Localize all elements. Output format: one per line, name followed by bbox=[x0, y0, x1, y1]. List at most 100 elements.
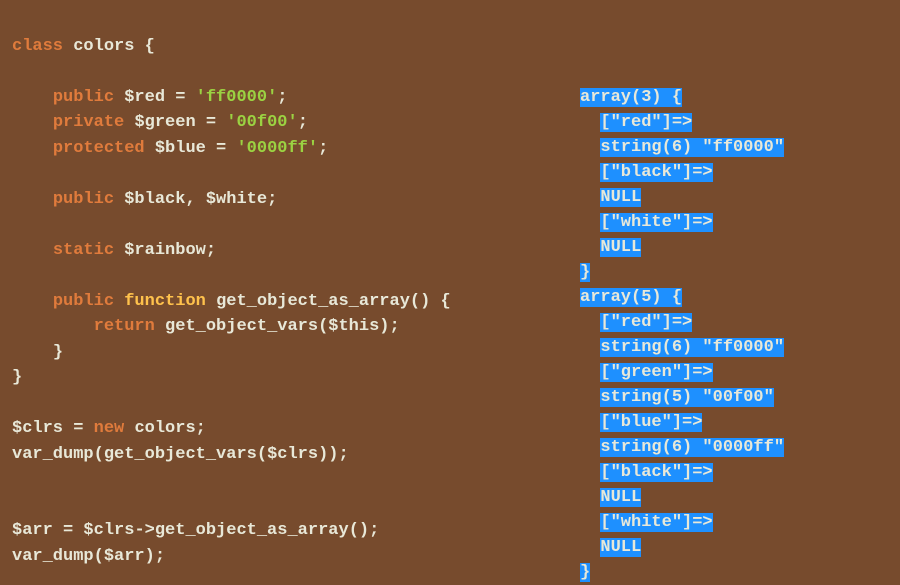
keyword-public: public bbox=[53, 88, 114, 107]
code-editor[interactable]: class colors { public $red = 'ff0000'; p… bbox=[12, 8, 451, 569]
paren-open: ( bbox=[94, 445, 104, 464]
semicolon: ; bbox=[267, 190, 277, 209]
string-literal: '00f00' bbox=[226, 113, 297, 132]
function-call: get_object_vars bbox=[165, 317, 318, 336]
paren-open: ( bbox=[410, 292, 420, 311]
string-literal: 'ff0000' bbox=[196, 88, 278, 107]
selected-text: NULL bbox=[600, 538, 641, 557]
semicolon: ; bbox=[338, 445, 348, 464]
output-line: ["black"]=> bbox=[580, 463, 713, 482]
code-line: static $rainbow; bbox=[12, 241, 216, 260]
keyword-public: public bbox=[53, 190, 114, 209]
output-line: string(6) "ff0000" bbox=[580, 338, 784, 357]
output-console[interactable]: array(3) { ["red"]=> string(6) "ff0000" … bbox=[580, 60, 784, 585]
var-white: $white bbox=[206, 190, 267, 209]
class-ref: colors bbox=[134, 419, 195, 438]
var-green: $green bbox=[134, 113, 195, 132]
code-line: var_dump($arr); bbox=[12, 547, 165, 566]
function-name: get_object_as_array bbox=[216, 292, 410, 311]
paren-open: ( bbox=[94, 547, 104, 566]
paren-close: ) bbox=[420, 292, 430, 311]
output-line: ["blue"]=> bbox=[580, 413, 702, 432]
output-line: ["red"]=> bbox=[580, 313, 692, 332]
keyword-public: public bbox=[53, 292, 114, 311]
output-line: ["white"]=> bbox=[580, 513, 713, 532]
output-line: NULL bbox=[580, 188, 641, 207]
keyword-protected: protected bbox=[53, 139, 145, 158]
output-line: NULL bbox=[580, 238, 641, 257]
paren-close: ) bbox=[318, 445, 328, 464]
code-line: } bbox=[12, 368, 22, 387]
output-line: array(3) { bbox=[580, 88, 682, 107]
selected-text: ["black"]=> bbox=[600, 163, 712, 182]
function-call: get_object_vars bbox=[104, 445, 257, 464]
close-brace: } bbox=[12, 368, 22, 387]
code-line: $clrs = new colors; bbox=[12, 419, 206, 438]
semicolon: ; bbox=[196, 419, 206, 438]
keyword-function: function bbox=[124, 292, 206, 311]
paren-close: ) bbox=[145, 547, 155, 566]
var-arr: $arr bbox=[12, 521, 53, 540]
output-line: string(5) "00f00" bbox=[580, 388, 774, 407]
output-line: NULL bbox=[580, 538, 641, 557]
selected-text: ["green"]=> bbox=[600, 363, 712, 382]
semicolon: ; bbox=[318, 139, 328, 158]
selected-text: ["black"]=> bbox=[600, 463, 712, 482]
semicolon: ; bbox=[155, 547, 165, 566]
output-line: } bbox=[580, 563, 590, 582]
selected-text: ["red"]=> bbox=[600, 113, 692, 132]
output-line: array(5) { bbox=[580, 288, 682, 307]
code-line: public $black, $white; bbox=[12, 190, 277, 209]
paren-open: ( bbox=[318, 317, 328, 336]
keyword-static: static bbox=[53, 241, 114, 260]
selected-text: ["white"]=> bbox=[600, 213, 712, 232]
paren-close: ) bbox=[328, 445, 338, 464]
selected-text: NULL bbox=[600, 488, 641, 507]
semicolon: ; bbox=[390, 317, 400, 336]
code-line: return get_object_vars($this); bbox=[12, 317, 400, 336]
assign-op: = bbox=[165, 88, 196, 107]
selected-text: ["blue"]=> bbox=[600, 413, 702, 432]
empty-paren: () bbox=[349, 521, 369, 540]
var-clrs: $clrs bbox=[83, 521, 134, 540]
arrow-op: -> bbox=[134, 521, 154, 540]
semicolon: ; bbox=[206, 241, 216, 260]
output-line: string(6) "ff0000" bbox=[580, 138, 784, 157]
string-literal: '0000ff' bbox=[236, 139, 318, 158]
selected-text: string(6) "ff0000" bbox=[600, 338, 784, 357]
paren-open: ( bbox=[257, 445, 267, 464]
code-line: public function get_object_as_array() { bbox=[12, 292, 451, 311]
comma: , bbox=[185, 190, 205, 209]
output-line: } bbox=[580, 263, 590, 282]
output-line: ["black"]=> bbox=[580, 163, 713, 182]
function-call: var_dump bbox=[12, 445, 94, 464]
open-brace: { bbox=[441, 292, 451, 311]
selected-text: } bbox=[580, 563, 590, 582]
selected-text: string(6) "0000ff" bbox=[600, 438, 784, 457]
assign-op: = bbox=[196, 113, 227, 132]
code-line: } bbox=[12, 343, 63, 362]
selected-text: array(5) { bbox=[580, 288, 682, 307]
class-name: colors bbox=[73, 37, 134, 56]
selected-text: NULL bbox=[600, 238, 641, 257]
keyword-return: return bbox=[94, 317, 155, 336]
code-line: private $green = '00f00'; bbox=[12, 113, 308, 132]
output-line: ["white"]=> bbox=[580, 213, 713, 232]
open-brace: { bbox=[145, 37, 155, 56]
keyword-new: new bbox=[94, 419, 125, 438]
keyword-private: private bbox=[53, 113, 124, 132]
selected-text: NULL bbox=[600, 188, 641, 207]
var-arr: $arr bbox=[104, 547, 145, 566]
var-this: $this bbox=[328, 317, 379, 336]
code-line: public $red = 'ff0000'; bbox=[12, 88, 287, 107]
assign-op: = bbox=[206, 139, 237, 158]
var-rainbow: $rainbow bbox=[124, 241, 206, 260]
code-line: var_dump(get_object_vars($clrs)); bbox=[12, 445, 349, 464]
semicolon: ; bbox=[277, 88, 287, 107]
selected-text: ["white"]=> bbox=[600, 513, 712, 532]
var-blue: $blue bbox=[155, 139, 206, 158]
var-clrs: $clrs bbox=[12, 419, 63, 438]
code-line: $arr = $clrs->get_object_as_array(); bbox=[12, 521, 379, 540]
function-call: var_dump bbox=[12, 547, 94, 566]
assign-op: = bbox=[53, 521, 84, 540]
